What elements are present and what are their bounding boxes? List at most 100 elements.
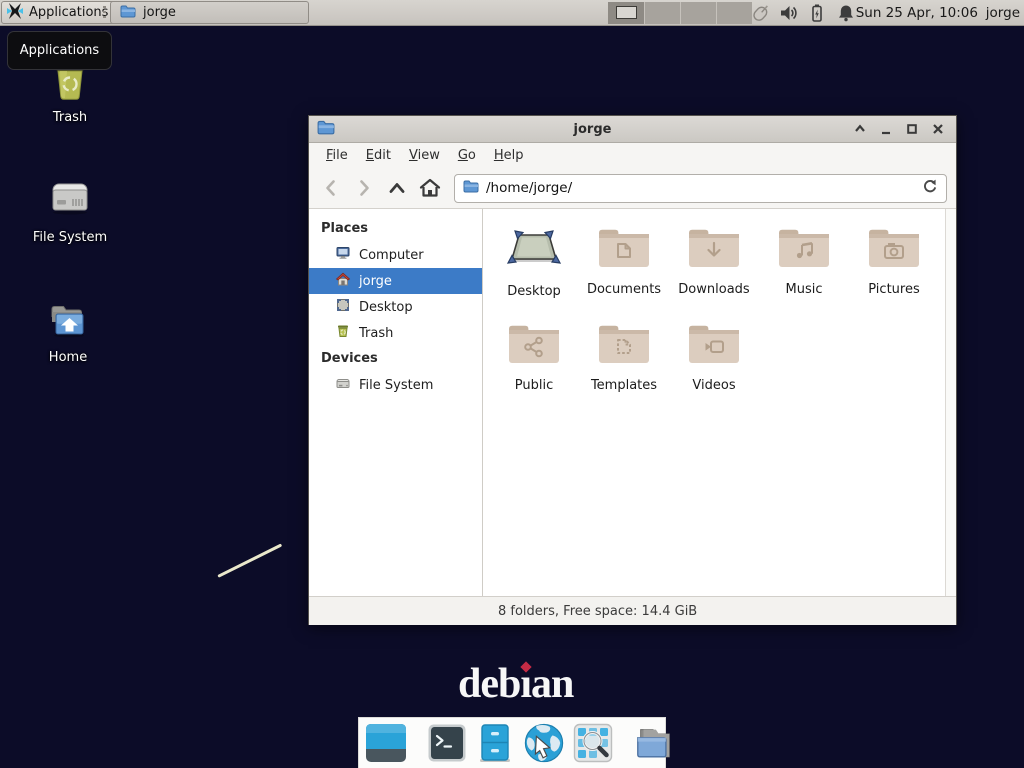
home-button[interactable]	[417, 175, 443, 201]
panel-separator-handle	[103, 6, 106, 20]
forward-button[interactable]	[351, 175, 377, 201]
file-label: Documents	[587, 282, 661, 297]
debian-logo-text: deb	[458, 661, 520, 707]
folder-video-icon	[686, 319, 742, 373]
file-item-music[interactable]: Music	[759, 223, 849, 319]
menu-edit[interactable]: Edit	[357, 145, 400, 166]
applications-menu-button[interactable]: Applications	[1, 1, 118, 24]
folder-share-icon	[506, 319, 562, 373]
minimize-button[interactable]	[876, 120, 896, 138]
vertical-scrollbar[interactable]	[945, 209, 956, 596]
desktop-special-icon	[504, 223, 564, 279]
up-button[interactable]	[384, 175, 410, 201]
desktop-icon-file-system[interactable]: File System	[22, 176, 118, 245]
applications-menu-label: Applications	[29, 5, 108, 20]
folder-music-icon	[776, 223, 832, 277]
desktop-icon-home[interactable]: Home	[20, 296, 116, 365]
desktop-icon-label: File System	[22, 230, 118, 245]
sidebar-item-label: jorge	[359, 274, 392, 289]
window-title: jorge	[341, 122, 844, 137]
menu-help[interactable]: Help	[485, 145, 533, 166]
workspace-3[interactable]	[680, 2, 716, 24]
hard-drive-icon	[22, 176, 118, 224]
drive-icon	[335, 375, 351, 395]
desktop-icon-label: Trash	[22, 110, 118, 125]
places-header: Places	[309, 216, 482, 242]
folder-template-icon	[596, 319, 652, 373]
taskbar-folder-icon	[120, 4, 136, 22]
workspace-1[interactable]	[608, 2, 644, 24]
file-label: Templates	[591, 378, 657, 393]
terminal-icon[interactable]	[427, 722, 467, 764]
file-cabinet-icon[interactable]	[475, 722, 515, 764]
volume-icon[interactable]	[779, 3, 801, 23]
show-desktop-icon[interactable]	[365, 722, 407, 764]
file-label: Public	[515, 378, 553, 393]
file-item-documents[interactable]: Documents	[579, 223, 669, 319]
path-input[interactable]: /home/jorge/	[486, 180, 915, 196]
battery-icon[interactable]	[808, 3, 830, 23]
desktop-wallpaper-line	[217, 543, 282, 577]
sidebar-item-label: File System	[359, 378, 433, 393]
dock	[358, 717, 666, 768]
desktop-icon	[335, 297, 351, 317]
file-label: Downloads	[678, 282, 749, 297]
file-label: Music	[786, 282, 823, 297]
maximize-button[interactable]	[902, 120, 922, 138]
sidebar-item-label: Computer	[359, 248, 424, 263]
notifications-bell-icon[interactable]	[836, 3, 858, 23]
file-item-pictures[interactable]: Pictures	[849, 223, 939, 319]
file-label: Videos	[692, 378, 735, 393]
file-item-videos[interactable]: Videos	[669, 319, 759, 415]
app-finder-icon[interactable]	[573, 722, 613, 764]
mouse-icon[interactable]	[750, 3, 772, 23]
window-titlebar[interactable]: jorge	[309, 116, 956, 143]
sidebar-item-trash[interactable]: Trash	[309, 320, 482, 346]
sidebar-item-label: Desktop	[359, 300, 413, 315]
debian-logo: debıan	[458, 660, 573, 708]
sidebar-item-jorge[interactable]: jorge	[309, 268, 482, 294]
window-content: Places Computer	[309, 209, 956, 596]
workspace-switcher[interactable]	[608, 2, 752, 24]
sidebar: Places Computer	[309, 209, 483, 596]
menu-file[interactable]: File	[317, 145, 357, 166]
panel-clock[interactable]: Sun 25 Apr, 10:06	[856, 0, 978, 26]
back-button[interactable]	[318, 175, 344, 201]
file-item-desktop[interactable]: Desktop	[489, 223, 579, 319]
trash-small-icon	[335, 323, 351, 343]
home-icon	[335, 271, 351, 291]
home-folder-icon	[20, 296, 116, 344]
applications-menu-icon	[6, 2, 24, 24]
menu-view[interactable]: View	[400, 145, 449, 166]
statusbar-text: 8 folders, Free space: 14.4 GiB	[498, 604, 697, 619]
folder-shortcut-icon[interactable]	[633, 722, 675, 764]
file-item-public[interactable]: Public	[489, 319, 579, 415]
top-panel: Applications jorge	[0, 0, 1024, 26]
workspace-4[interactable]	[716, 2, 752, 24]
taskbar-window-button[interactable]: jorge	[110, 1, 309, 24]
file-item-downloads[interactable]: Downloads	[669, 223, 759, 319]
window-folder-icon	[317, 119, 335, 139]
menu-go[interactable]: Go	[449, 145, 485, 166]
reload-icon[interactable]	[922, 178, 938, 198]
computer-icon	[335, 245, 351, 265]
shade-button[interactable]	[850, 120, 870, 138]
taskbar-window-label: jorge	[143, 5, 176, 20]
panel-username[interactable]: jorge	[986, 0, 1020, 26]
devices-header: Devices	[309, 346, 482, 372]
workspace-2[interactable]	[644, 2, 680, 24]
file-manager-window: jorge File Edit View Go Help	[308, 115, 957, 625]
sidebar-item-computer[interactable]: Computer	[309, 242, 482, 268]
path-bar[interactable]: /home/jorge/	[454, 174, 947, 203]
desktop-icon-label: Home	[20, 350, 116, 365]
applications-tooltip: Applications	[7, 31, 112, 70]
file-label: Desktop	[507, 284, 561, 299]
web-browser-globe-icon[interactable]	[523, 722, 565, 764]
folder-document-icon	[596, 223, 652, 277]
sidebar-item-file-system[interactable]: File System	[309, 372, 482, 398]
close-button[interactable]	[928, 120, 948, 138]
statusbar: 8 folders, Free space: 14.4 GiB	[309, 596, 956, 625]
file-item-templates[interactable]: Templates	[579, 319, 669, 415]
toolbar: /home/jorge/	[309, 168, 956, 209]
sidebar-item-desktop[interactable]: Desktop	[309, 294, 482, 320]
